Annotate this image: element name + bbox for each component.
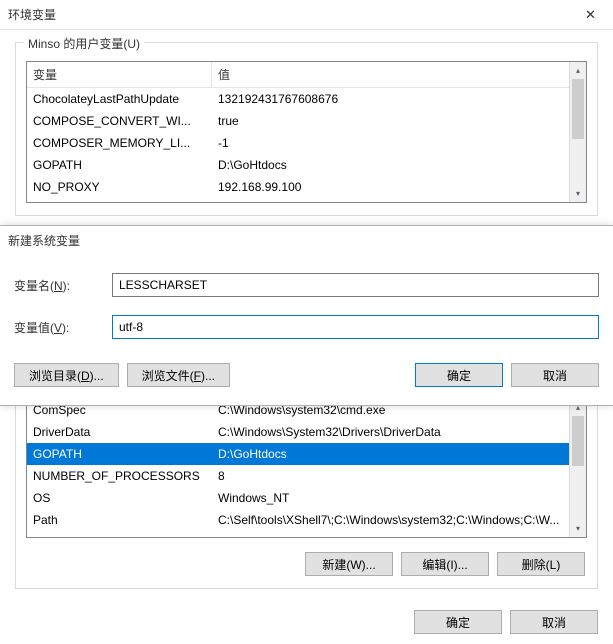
name-row: 变量名(N): [0,273,613,297]
user-vars-table[interactable]: 变量 值 ChocolateyLastPathUpdate13219243176… [26,61,587,203]
new-sysvar-dialog: 新建系统变量 变量名(N): 变量值(V): 浏览目录(D)... 浏览文件(F… [0,225,613,406]
edit-button[interactable]: 编辑(I)... [401,552,489,576]
dialog-buttons: 浏览目录(D)... 浏览文件(F)... 确定 取消 [0,363,613,387]
scroll-up-icon[interactable]: ▴ [570,62,586,79]
table-row[interactable]: COMPOSE_CONVERT_WI...true [27,110,586,132]
window-titlebar: 环境变量 ✕ [0,0,613,30]
table-row[interactable]: ChocolateyLastPathUpdate1321924317676086… [27,88,586,110]
table-row[interactable]: NUMBER_OF_PROCESSORS8 [27,465,586,487]
scroll-thumb[interactable] [572,79,584,139]
sys-vars-group: ComSpecC:\Windows\system32\cmd.exe Drive… [15,398,598,589]
table-row[interactable]: OSWindows_NT [27,487,586,509]
user-vars-body: ChocolateyLastPathUpdate1321924317676086… [27,88,586,198]
cancel-button[interactable]: 取消 [511,363,599,387]
main-footer-buttons: 确定 取消 [414,610,598,634]
value-input[interactable] [112,315,599,339]
table-row[interactable]: NO_PROXY192.168.99.100 [27,176,586,198]
name-label: 变量名(N): [14,277,112,294]
table-row[interactable]: COMPOSER_MEMORY_LI...-1 [27,132,586,154]
scroll-down-icon[interactable]: ▾ [570,520,586,537]
table-row[interactable]: GOPATHD:\GoHtdocs [27,443,586,465]
sys-vars-buttons: 新建(W)... 编辑(I)... 删除(L) [26,552,587,576]
value-row: 变量值(V): [0,315,613,339]
table-row[interactable]: GOPATHD:\GoHtdocs [27,154,586,176]
window-title: 环境变量 [8,6,56,23]
scroll-thumb[interactable] [572,416,584,466]
browse-dir-button[interactable]: 浏览目录(D)... [14,363,119,387]
col-header-name[interactable]: 变量 [27,62,212,87]
user-vars-label: Minso 的用户变量(U) [24,35,144,52]
scrollbar-vertical[interactable]: ▴ ▾ [569,399,586,537]
close-button[interactable]: ✕ [568,0,613,30]
new-button[interactable]: 新建(W)... [305,552,393,576]
main-ok-button[interactable]: 确定 [414,610,502,634]
dialog-title: 新建系统变量 [0,226,613,255]
name-input[interactable] [112,273,599,297]
scroll-down-icon[interactable]: ▾ [570,185,586,202]
table-row[interactable]: PathC:\Self\tools\XShell7\;C:\Windows\sy… [27,509,586,531]
table-row[interactable]: DriverDataC:\Windows\System32\Drivers\Dr… [27,421,586,443]
value-label: 变量值(V): [14,319,112,336]
sys-vars-body: ComSpecC:\Windows\system32\cmd.exe Drive… [27,399,586,531]
ok-button[interactable]: 确定 [415,363,503,387]
browse-file-button[interactable]: 浏览文件(F)... [127,363,230,387]
sys-vars-table[interactable]: ComSpecC:\Windows\system32\cmd.exe Drive… [26,398,587,538]
table-header: 变量 值 [27,62,586,88]
delete-button[interactable]: 删除(L) [497,552,585,576]
user-vars-group: Minso 的用户变量(U) 变量 值 ChocolateyLastPathUp… [15,42,598,216]
scrollbar-vertical[interactable]: ▴ ▾ [569,62,586,202]
col-header-value[interactable]: 值 [212,62,586,87]
close-icon: ✕ [585,7,596,23]
main-cancel-button[interactable]: 取消 [510,610,598,634]
